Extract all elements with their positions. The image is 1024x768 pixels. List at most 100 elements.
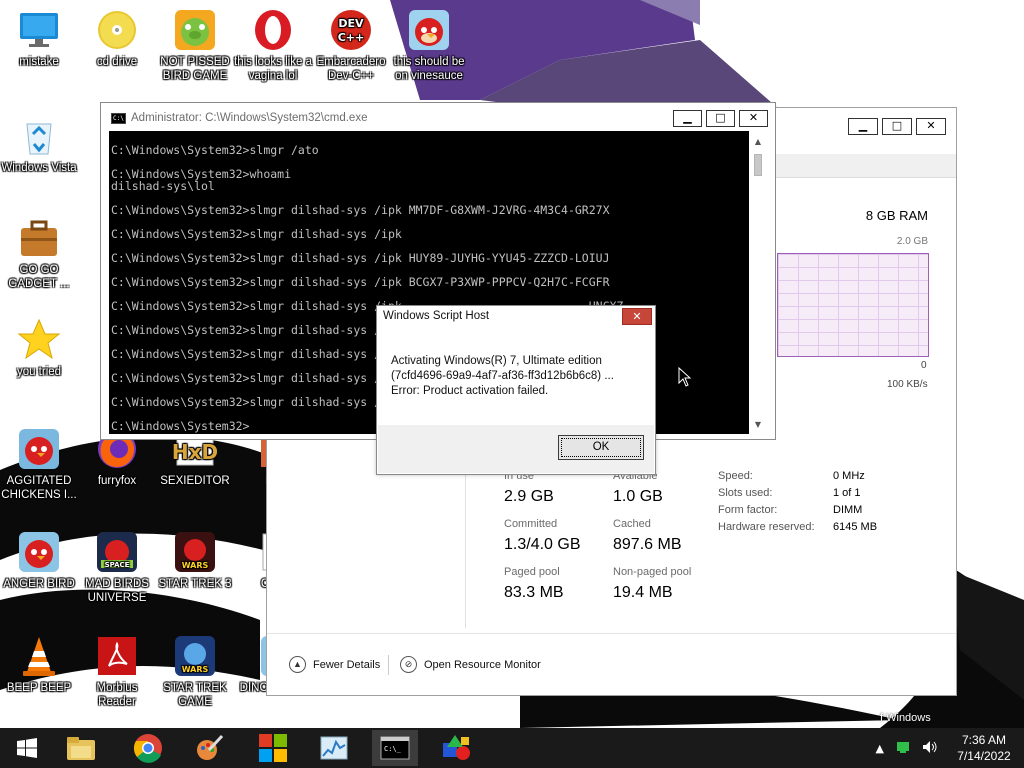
fewer-details-button[interactable]: ▲ Fewer Details [289, 656, 380, 673]
stat-committed: Committed 1.3/4.0 GB [504, 518, 581, 553]
desktop-icon-anger-bird[interactable]: ANGER BIRD [0, 530, 78, 591]
taskbar-shapes-app[interactable] [434, 730, 480, 766]
cmd-title: Administrator: C:\Windows\System32\cmd.e… [131, 112, 368, 124]
desktop-icon-windows-vista[interactable]: Windows Vista [0, 114, 78, 175]
dialog-title: Windows Script Host [383, 310, 490, 322]
network-icon[interactable] [896, 740, 910, 757]
svg-text:C:\_: C:\_ [384, 745, 402, 753]
volume-icon[interactable] [922, 740, 938, 757]
dialog-footer: OK [378, 425, 654, 473]
footer-divider [388, 655, 389, 675]
desktop-icon-go-go-gadget[interactable]: GO GO GADGET ... [0, 216, 78, 291]
stat-available: Available 1.0 GB [613, 470, 663, 505]
dialog-close-button[interactable]: ✕ [622, 308, 652, 325]
recycle-bin-icon [17, 114, 61, 158]
resource-monitor-icon: ⊘ [400, 656, 417, 673]
paint-icon [197, 734, 223, 760]
task-manager-maximize-button[interactable]: □ [882, 118, 912, 135]
taskbar-file-explorer[interactable] [58, 730, 104, 766]
system-tray: ▲ 7:36 AM 7/14/2022 [876, 728, 1024, 768]
desktop-icon-dev-cpp[interactable]: DEV C++ Embarcadero Dev-C++ [312, 8, 390, 83]
taskbar-performance-monitor[interactable] [311, 730, 357, 766]
angry-bird-icon [407, 8, 451, 52]
taskbar-cmd[interactable]: C:\_ [372, 730, 418, 766]
svg-text:WARS: WARS [182, 561, 209, 570]
desktop-icon-aggitated-chickens[interactable]: AGGITATED CHICKENS I... [0, 427, 78, 502]
svg-text:SPACE: SPACE [105, 561, 130, 569]
windows-start-icon [17, 738, 37, 758]
show-hidden-icons-chevron-icon[interactable]: ▲ [876, 742, 884, 755]
devcpp-icon: DEV C++ [329, 8, 373, 52]
office-icon [259, 734, 287, 762]
desktop-icon-opera[interactable]: this looks like a vagina lol [234, 8, 312, 83]
desktop-icon-mistake[interactable]: mistake [0, 8, 78, 69]
console-line: C:\Windows\System32>slmgr dilshad-sys /i… [111, 227, 402, 241]
desktop-icon-star-trek-3[interactable]: WARS STAR TREK 3 [156, 530, 234, 591]
desktop-icon-you-tried[interactable]: you tried [0, 318, 78, 379]
angry-bird-icon [17, 427, 61, 471]
angry-bird-icon [17, 530, 61, 574]
taskbar-chrome[interactable] [125, 730, 171, 766]
desktop-icon-morbius-reader[interactable]: Morbius Reader [78, 634, 156, 709]
cmd-titlebar[interactable]: C:\ Administrator: C:\Windows\System32\c… [101, 103, 775, 131]
open-resource-monitor-link[interactable]: ⊘ Open Resource Monitor [400, 656, 541, 673]
pdf-reader-icon [95, 634, 139, 678]
ok-button[interactable]: OK [558, 435, 644, 460]
console-line: C:\Windows\System32>slmgr dilshad-sys /i… [111, 203, 610, 217]
desktop-icon-mad-birds-universe[interactable]: SPACE MAD BIRDS UNIVERSE [78, 530, 156, 605]
opera-icon [251, 8, 295, 52]
desktop-icon-star-trek-game[interactable]: WARS STAR TREK GAME [156, 634, 234, 709]
cmd-close-button[interactable]: ✕ [739, 110, 768, 127]
star-wars-icon: WARS [173, 634, 217, 678]
cmd-maximize-button[interactable]: □ [706, 110, 735, 127]
windows-watermark: f Windows [880, 712, 931, 724]
scroll-up-icon[interactable]: ▲ [753, 137, 763, 147]
vlc-cone-icon [17, 634, 61, 678]
dialog-message: Activating Windows(R) 7, Ultimate editio… [391, 355, 614, 397]
desktop-icon-cd-drive[interactable]: cd drive [78, 8, 156, 69]
desktop-icon-vinesauce[interactable]: this should be on vinesauce [390, 8, 468, 83]
taskbar-paint[interactable] [186, 730, 232, 766]
memory-usage-graph [777, 253, 929, 357]
console-line: dilshad-sys\lol [111, 179, 215, 193]
cd-icon [95, 8, 139, 52]
cmd-icon: C:\ [111, 113, 126, 124]
taskbar: C:\_ ▲ 7:36 AM 7/14/2022 [0, 728, 1024, 768]
stat-cached: Cached 897.6 MB [613, 518, 682, 553]
file-explorer-icon [67, 737, 95, 760]
mouse-cursor-icon [678, 366, 692, 387]
stat-in-use: In use 2.9 GB [504, 470, 554, 505]
console-line: C:\Windows\System32>slmgr dilshad-sys /i… [111, 251, 610, 265]
svg-text:HxD: HxD [173, 440, 217, 464]
cmd-minimize-button[interactable]: ▁ [673, 110, 702, 127]
chrome-icon [133, 734, 162, 763]
taskbar-clock[interactable]: 7:36 AM 7/14/2022 [950, 732, 1018, 764]
svg-text:WARS: WARS [182, 665, 209, 674]
desktop-icon-beep-beep[interactable]: BEEP BEEP [0, 634, 78, 695]
console-line: C:\Windows\System32>slmgr dilshad-sys /i… [111, 275, 610, 289]
pig-icon [173, 8, 217, 52]
task-manager-close-button[interactable]: ✕ [916, 118, 946, 135]
shapes-icon [443, 735, 470, 760]
ram-total-label: 8 GB RAM [865, 208, 928, 223]
graph-min-label: 0 [921, 360, 927, 371]
task-manager-minimize-button[interactable]: ▁ [848, 118, 878, 135]
script-host-dialog[interactable]: Windows Script Host ✕ Activating Windows… [376, 305, 656, 475]
briefcase-icon [17, 216, 61, 260]
chevron-up-icon: ▲ [289, 656, 306, 673]
cmd-icon: C:\_ [380, 736, 410, 760]
monitor-icon [17, 8, 61, 52]
console-scrollbar[interactable]: ▲ ▼ [749, 131, 767, 434]
angry-birds-space-icon: SPACE [95, 530, 139, 574]
task-manager-footer: ▲ Fewer Details ⊘ Open Resource Monitor [267, 633, 956, 695]
performance-monitor-icon [320, 736, 348, 760]
stat-non-paged-pool: Non-paged pool 19.4 MB [613, 566, 692, 601]
taskbar-office[interactable] [250, 730, 296, 766]
graph-max-label: 2.0 GB [896, 236, 928, 247]
start-button[interactable] [4, 730, 50, 766]
desktop-icon-not-pissed-bird-game[interactable]: NOT PISSED BIRD GAME [156, 8, 234, 83]
scroll-down-icon[interactable]: ▼ [753, 420, 763, 430]
svg-text:C++: C++ [338, 31, 365, 44]
memory-hardware-details: Speed: 0 MHz Slots used: 1 of 1 Form facto… [718, 470, 878, 533]
scrollbar-thumb[interactable] [754, 154, 762, 176]
